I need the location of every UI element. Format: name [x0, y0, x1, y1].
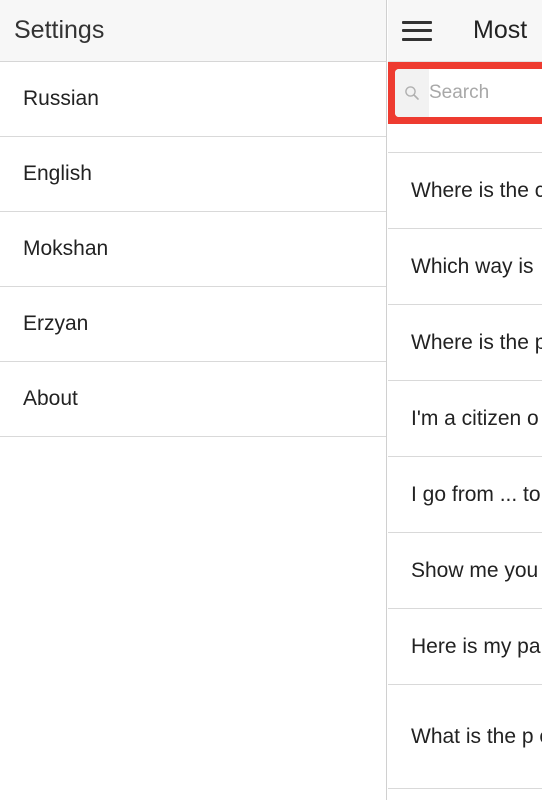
- drawer-item-label: Mokshan: [23, 237, 109, 260]
- phrase-item[interactable]: Which way is: [388, 229, 542, 305]
- drawer-item-label: Erzyan: [23, 312, 89, 335]
- phrase-item[interactable]: Show me you: [388, 533, 542, 609]
- phrase-text: Here is my pa: [411, 634, 541, 658]
- drawer-item-english[interactable]: English: [0, 137, 386, 212]
- phrase-item[interactable]: I go from ... to: [388, 457, 542, 533]
- drawer-item-about[interactable]: About: [0, 362, 386, 437]
- search-input[interactable]: [429, 82, 542, 104]
- menu-button[interactable]: [388, 0, 446, 62]
- phrase-item[interactable]: Where is the c: [388, 153, 542, 229]
- drawer-item-mokshan[interactable]: Mokshan: [0, 212, 386, 287]
- phrase-item[interactable]: Where is the p: [388, 305, 542, 381]
- drawer-item-label: About: [23, 387, 78, 410]
- main-panel: Most Where is the c Which way is: [388, 0, 542, 800]
- list-item-partial[interactable]: [388, 124, 542, 153]
- phrase-text: Which way is: [411, 254, 534, 278]
- top-app-bar: Most: [388, 0, 542, 62]
- phrase-text: Show me you: [411, 558, 539, 582]
- drawer-item-russian[interactable]: Russian: [0, 62, 386, 137]
- phrase-text: Where is the c: [411, 178, 542, 202]
- drawer-item-label: Russian: [23, 87, 99, 110]
- settings-drawer: Settings Russian English Mokshan Erzyan …: [0, 0, 387, 800]
- phrase-item[interactable]: I'm a citizen o: [388, 381, 542, 457]
- search-bar: [388, 62, 542, 124]
- phrase-text: Where is the p: [411, 330, 542, 354]
- search-box: [395, 69, 542, 117]
- search-icon: [395, 69, 429, 117]
- phrase-text: What is the p country?: [411, 724, 542, 748]
- hamburger-menu-icon: [402, 20, 432, 41]
- app-screen: Settings Russian English Mokshan Erzyan …: [0, 0, 542, 800]
- drawer-item-erzyan[interactable]: Erzyan: [0, 287, 386, 362]
- drawer-menu: Russian English Mokshan Erzyan About: [0, 62, 386, 437]
- phrase-item[interactable]: What is the p country?: [388, 685, 542, 789]
- phrase-list: Where is the c Which way is Where is the…: [388, 124, 542, 789]
- drawer-header: Settings: [0, 0, 386, 62]
- phrase-text: I go from ... to: [411, 482, 541, 506]
- phrase-item[interactable]: Here is my pa: [388, 609, 542, 685]
- page-title: Most: [473, 16, 528, 44]
- drawer-item-label: English: [23, 162, 92, 185]
- phrase-text: I'm a citizen o: [411, 406, 539, 430]
- drawer-title: Settings: [14, 16, 105, 44]
